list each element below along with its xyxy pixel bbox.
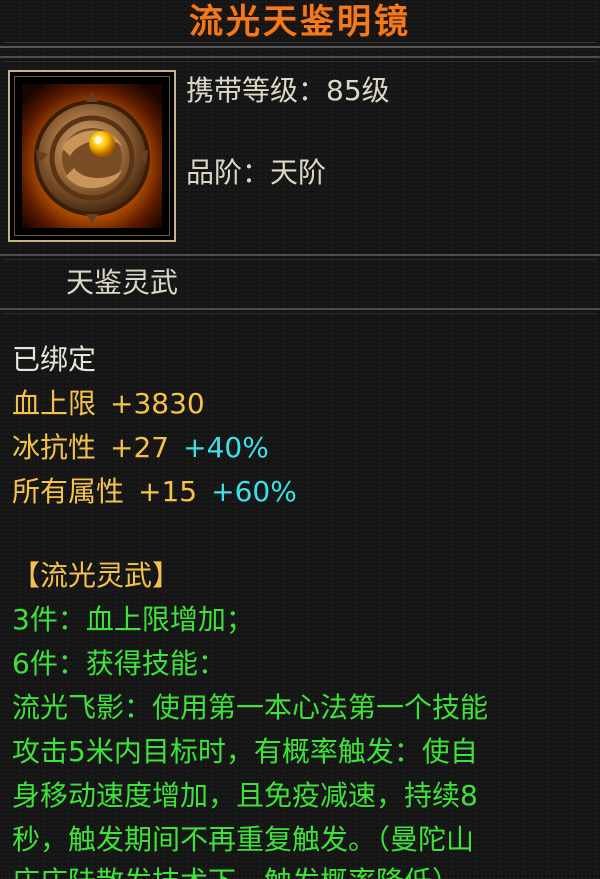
attribute-value: +3830 — [110, 387, 205, 420]
attribute-name: 所有属性 — [12, 475, 125, 508]
attribute-row: 所有属性 +15 +60% — [12, 472, 297, 512]
set-line: 秒，触发期间不再重复触发。（曼陀山 — [12, 823, 475, 856]
attribute-bonus: +60% — [211, 475, 297, 508]
item-category: 天鉴灵武 — [66, 266, 179, 299]
attribute-value: +15 — [138, 475, 198, 508]
item-tooltip: 流光天鉴明镜 携带等级：85级 品阶：天阶 天鉴灵武 已绑定 血上限 +3830… — [0, 0, 600, 879]
divider — [0, 308, 600, 310]
item-grade: 品阶：天阶 — [186, 156, 327, 189]
divider — [4, 259, 596, 260]
set-line: 攻击5米内目标时，有概率触发：使自 — [12, 735, 478, 768]
item-icon-frame[interactable] — [8, 70, 176, 242]
attribute-row: 血上限 +3830 — [12, 384, 205, 424]
divider — [0, 254, 600, 256]
set-line: 3件：血上限增加； — [12, 603, 254, 636]
bound-status: 已绑定 — [12, 343, 97, 376]
carry-level: 携带等级：85级 — [186, 74, 390, 107]
attribute-bonus: +40% — [183, 431, 269, 464]
bronze-mirror-icon — [22, 84, 162, 228]
set-name: 【流光灵武】 — [12, 559, 181, 592]
divider — [4, 313, 596, 314]
title-band: 流光天鉴明镜 — [0, 0, 600, 48]
set-line: 流光飞影：使用第一本心法第一个技能 — [12, 691, 489, 724]
attribute-name: 冰抗性 — [12, 431, 97, 464]
item-title: 流光天鉴明镜 — [189, 2, 411, 42]
divider — [0, 56, 600, 58]
attribute-value: +27 — [110, 431, 170, 464]
set-line: 庄庄陆散发技术下，触发概率降低） — [12, 862, 460, 879]
attribute-row: 冰抗性 +27 +40% — [12, 428, 269, 468]
set-line: 身移动速度增加，且免疫减速，持续8 — [12, 779, 478, 812]
divider — [4, 61, 596, 62]
attribute-name: 血上限 — [12, 387, 97, 420]
set-line: 6件：获得技能： — [12, 647, 226, 680]
